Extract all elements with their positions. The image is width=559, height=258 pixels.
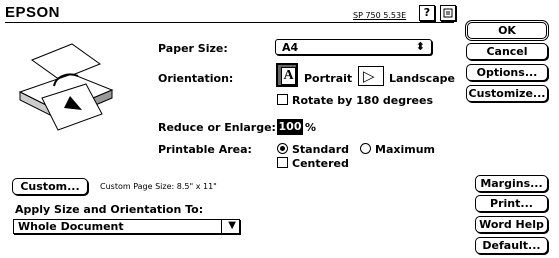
maximum-radio[interactable]: Maximum: [360, 143, 435, 156]
printer-info-icon[interactable]: [440, 5, 456, 21]
rotate-checkbox[interactable]: Rotate by 180 degrees: [277, 94, 433, 107]
apply-to-select[interactable]: Whole Document ▼: [13, 219, 240, 234]
orientation-label: Orientation:: [158, 72, 234, 85]
portrait-label[interactable]: Portrait: [304, 72, 352, 85]
paper-size-select[interactable]: A4 ⬍: [275, 39, 432, 55]
paper-size-label: Paper Size:: [158, 42, 228, 55]
landscape-label[interactable]: Landscape: [389, 72, 455, 85]
margins-button[interactable]: Margins...: [475, 175, 548, 192]
portrait-icon[interactable]: A: [276, 63, 298, 87]
header-rule: [5, 22, 454, 23]
customize-button[interactable]: Customize...: [466, 85, 548, 102]
standard-radio-dot[interactable]: [277, 143, 288, 154]
portrait-glyph: A: [281, 67, 296, 85]
scale-unit: %: [305, 121, 317, 134]
standard-label: Standard: [292, 143, 350, 156]
word-help-button[interactable]: Word Help: [475, 216, 548, 233]
centered-checkbox[interactable]: Centered: [277, 157, 349, 170]
ok-button[interactable]: OK: [465, 20, 549, 41]
maximum-radio-dot[interactable]: [360, 143, 371, 154]
rotate-checkbox-box[interactable]: [277, 94, 288, 105]
centered-checkbox-box[interactable]: [277, 157, 288, 168]
default-button[interactable]: Default...: [475, 237, 548, 254]
options-button[interactable]: Options...: [466, 64, 548, 81]
printable-area-label: Printable Area:: [158, 143, 252, 156]
print-button[interactable]: Print...: [475, 195, 548, 212]
driver-version: SP 750 5.53E: [353, 11, 407, 20]
apply-to-label: Apply Size and Orientation To:: [15, 203, 204, 216]
standard-radio[interactable]: Standard: [277, 143, 349, 156]
popup-arrows-icon: ⬍: [415, 40, 425, 53]
chevron-down-icon: ▼: [228, 220, 236, 231]
reduce-enlarge-label: Reduce or Enlarge:: [158, 121, 276, 134]
epson-logo: EPSON: [5, 4, 61, 21]
scale-input[interactable]: 100: [277, 119, 303, 135]
printer-info-glyph: [443, 8, 453, 18]
cancel-button[interactable]: Cancel: [466, 43, 548, 60]
rotate-label: Rotate by 180 degrees: [292, 94, 434, 107]
paper-size-value: A4: [282, 41, 299, 54]
printer-illustration: [18, 43, 114, 131]
apply-to-value: Whole Document: [18, 220, 124, 233]
help-icon[interactable]: ?: [419, 5, 435, 21]
centered-label: Centered: [292, 157, 349, 170]
landscape-icon[interactable]: ▷: [358, 66, 384, 86]
apply-to-divider: [221, 220, 222, 233]
landscape-glyph: ▷: [363, 67, 375, 85]
custom-page-size-text: Custom Page Size: 8.5" x 11": [100, 182, 217, 191]
custom-button[interactable]: Custom...: [12, 178, 88, 195]
maximum-label: Maximum: [375, 143, 435, 156]
